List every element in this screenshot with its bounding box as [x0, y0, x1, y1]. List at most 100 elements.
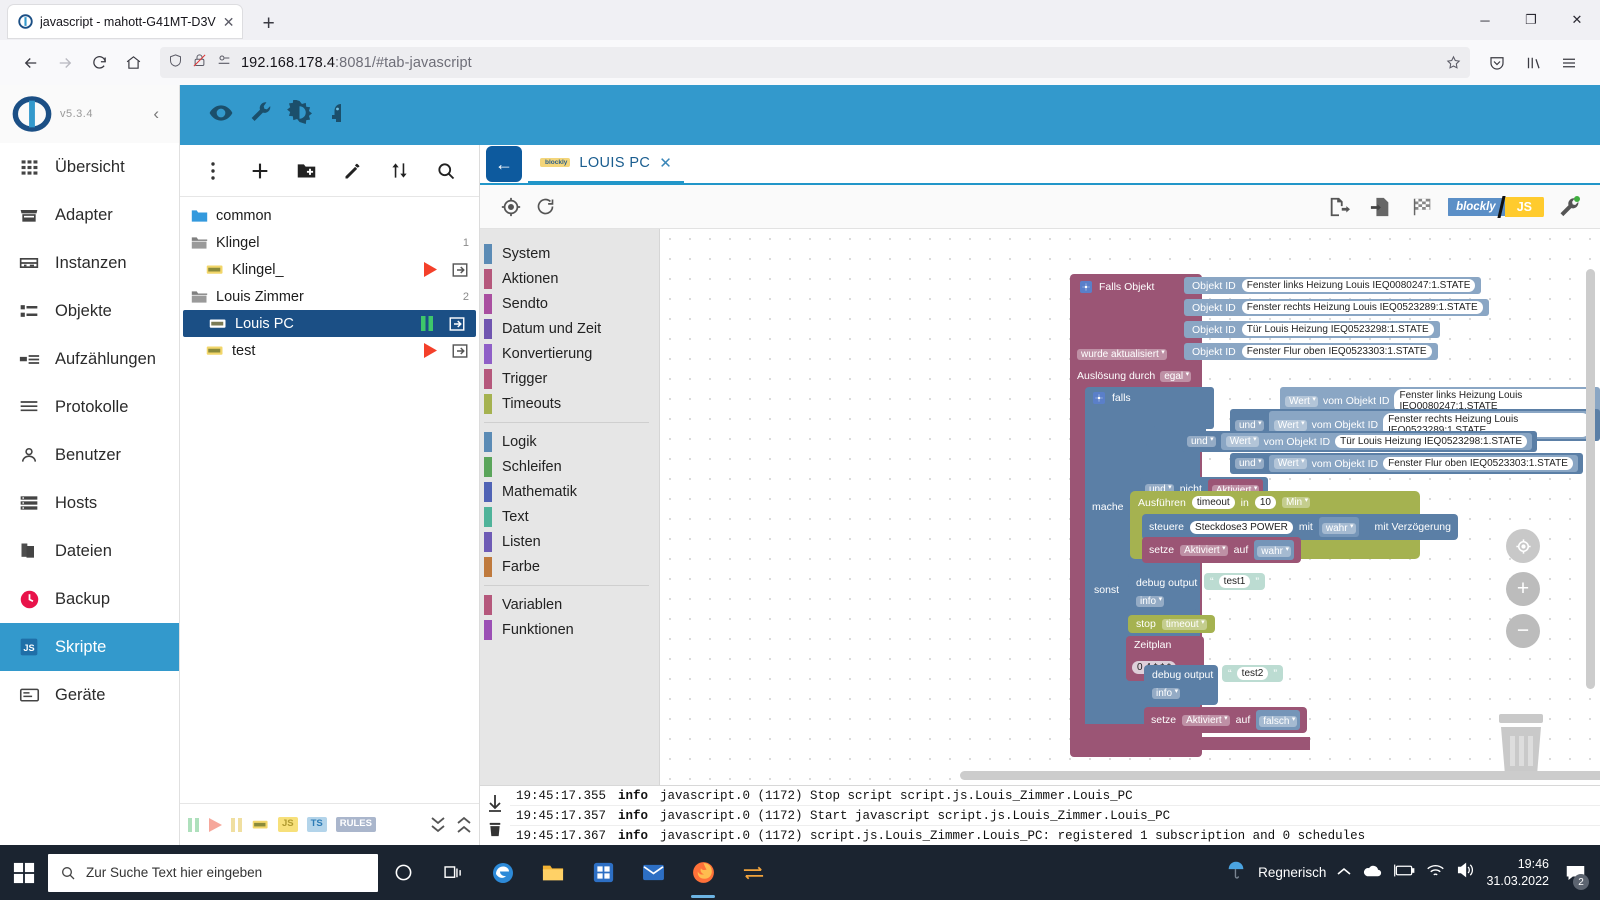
toolbox-category-timeouts[interactable]: Timeouts [480, 391, 659, 416]
objekt-id-value[interactable]: Fenster links Heizung Louis IEQ0080247:1… [1241, 279, 1476, 292]
reload-icon[interactable] [82, 46, 116, 80]
toolbox-category-logik[interactable]: Logik [480, 429, 659, 454]
objekt-id-block[interactable]: Objekt ID Fenster links Heizung Louis IE… [1184, 277, 1482, 294]
trigger-by-row[interactable]: Auslösung durch egal [1077, 370, 1192, 382]
toolbox-category-listen[interactable]: Listen [480, 529, 659, 554]
sidebar-item-uebersicht[interactable]: Übersicht [0, 143, 179, 191]
and-group-inner[interactable] [1154, 387, 1214, 429]
gear-mutator-icon[interactable] [1093, 392, 1105, 404]
sidebar-item-benutzer[interactable]: Benutzer [0, 431, 179, 479]
home-icon[interactable] [116, 46, 150, 80]
tree-row-klingel[interactable]: Klingel 1 [180, 229, 479, 256]
objekt-id-value[interactable]: Fenster Flur oben IEQ0523303:1.STATE [1241, 345, 1432, 358]
timeout-name-field[interactable]: timeout [1191, 496, 1235, 509]
open-in-icon[interactable] [451, 261, 469, 279]
export-icon[interactable] [1322, 190, 1356, 224]
objekt-id-row-3[interactable]: Objekt ID Fenster Flur oben IEQ0523303:1… [1184, 343, 1438, 360]
tree-row-test[interactable]: test [180, 337, 479, 364]
toolbox-category-sendto[interactable]: Sendto [480, 291, 659, 316]
debug-text-1-block[interactable]: “ test1 ” [1204, 573, 1266, 590]
show-hidden-icons[interactable] [1337, 864, 1351, 882]
sidebar-item-skripte[interactable]: JS Skripte [0, 623, 179, 671]
debug-text-1[interactable]: test1 [1218, 575, 1251, 588]
debug-level-1[interactable]: info [1136, 595, 1165, 607]
collapse-all-icon[interactable] [431, 816, 445, 834]
zoom-in-button[interactable]: + [1506, 572, 1540, 606]
setze-value[interactable]: wahr [1257, 545, 1291, 557]
add-script-icon[interactable] [245, 156, 275, 186]
onedrive-icon[interactable] [1362, 864, 1382, 882]
target-icon[interactable] [494, 190, 528, 224]
toolbox-category-schleifen[interactable]: Schleifen [480, 454, 659, 479]
objekt-id-value[interactable]: Fenster rechts Heizung Louis IEQ0523289:… [1241, 301, 1483, 314]
changed-value[interactable]: wurde aktualisiert [1077, 348, 1167, 360]
tree-row-louis-zimmer[interactable]: Louis Zimmer 2 [180, 283, 479, 310]
objekt-id-value[interactable]: Tür Louis Heizung IEQ0523298:1.STATE [1241, 323, 1434, 336]
steuere-value[interactable]: wahr [1321, 522, 1356, 534]
clear-log-icon[interactable] [487, 821, 503, 838]
new-tab-button[interactable]: + [252, 9, 284, 38]
und-dropdown[interactable]: und [1187, 435, 1216, 447]
objekt-id-row-2[interactable]: Objekt ID Tür Louis Heizung IEQ0523298:1… [1184, 321, 1440, 338]
toggle-blockly-label[interactable]: blockly [1448, 197, 1505, 216]
sidebar-item-instanzen[interactable]: Instanzen [0, 239, 179, 287]
rules-filter-chip[interactable]: RULES [335, 817, 376, 832]
library-icon[interactable] [1516, 46, 1550, 80]
more-vert-icon[interactable] [198, 156, 228, 186]
notification-center-icon[interactable]: 2 [1560, 845, 1590, 900]
steuere-target[interactable]: Steckdose3 POWER [1190, 520, 1293, 534]
pause-filter-icon[interactable] [188, 817, 200, 832]
search-icon[interactable] [431, 156, 461, 186]
condition-object-id[interactable]: Tür Louis Heizung IEQ0523298:1.STATE [1335, 435, 1528, 448]
objekt-id-block[interactable]: Objekt ID Fenster rechts Heizung Louis I… [1184, 299, 1489, 316]
debug-level-2[interactable]: info [1152, 687, 1181, 699]
sidebar-item-aufzaehlungen[interactable]: Aufzählungen [0, 335, 179, 383]
condition-value-block[interactable]: Wert vom Objekt ID Tür Louis Heizung IEQ… [1220, 433, 1533, 450]
toolbox-category-farbe[interactable]: Farbe [480, 554, 659, 579]
task-view-icon[interactable] [428, 845, 478, 900]
stop-timeout-block[interactable]: stop timeout [1128, 615, 1215, 633]
steuere-value-block[interactable]: wahr [1318, 517, 1359, 537]
browser-tab[interactable]: javascript - mahott-G41MT-D3V ✕ [8, 5, 243, 38]
minimize-button[interactable]: ─ [1462, 0, 1508, 40]
collapse-sidebar-button[interactable]: ‹ [145, 100, 167, 128]
pause-icon[interactable] [420, 316, 434, 331]
sidebar-item-protokolle[interactable]: Protokolle [0, 383, 179, 431]
menu-icon[interactable] [1552, 46, 1586, 80]
trigger-changed-dropdown[interactable]: wurde aktualisiert [1077, 348, 1167, 360]
trash-can-icon[interactable] [1490, 710, 1552, 780]
edit-icon[interactable] [338, 156, 368, 186]
tree-row-louis-pc[interactable]: Louis PC [183, 310, 476, 337]
js-filter-chip[interactable]: JS [278, 817, 298, 832]
sidebar-item-objekte[interactable]: Objekte [0, 287, 179, 335]
reload-script-icon[interactable] [528, 190, 562, 224]
bookmark-star-icon[interactable] [1445, 54, 1462, 71]
ts-filter-chip[interactable]: TS [306, 817, 327, 832]
tree-row-common[interactable]: common [180, 202, 479, 229]
debug-level-1-value[interactable]: info [1136, 595, 1165, 607]
wifi-icon[interactable] [1426, 863, 1445, 883]
open-in-icon[interactable] [448, 315, 466, 333]
volume-icon[interactable] [1456, 862, 1475, 883]
vertical-scrollbar[interactable] [1586, 269, 1595, 689]
wert-dropdown[interactable]: Wert [1225, 435, 1259, 447]
taskbar-search-box[interactable]: Zur Suche Text hier eingeben [48, 853, 378, 892]
trigger-by-value[interactable]: egal [1160, 370, 1192, 382]
condition-row-2[interactable]: und Wert vom Objekt ID Tür Louis Heizung… [1182, 431, 1538, 452]
close-window-button[interactable]: ✕ [1554, 0, 1600, 40]
if-block-header[interactable]: falls [1093, 392, 1131, 404]
stop-target[interactable]: timeout [1161, 618, 1207, 630]
debug-level-2-value[interactable]: info [1152, 687, 1181, 699]
add-folder-icon[interactable] [291, 156, 321, 186]
url-bar[interactable]: 192.168.178.4:8081/#tab-javascript [160, 47, 1470, 78]
play-icon[interactable] [423, 343, 437, 358]
host-head-icon[interactable] [326, 101, 350, 130]
blockly-filter-icon[interactable] [252, 819, 269, 831]
expand-all-icon[interactable] [457, 816, 471, 834]
trigger-block-header[interactable]: Falls Objekt [1080, 281, 1154, 293]
debug-text-2-block[interactable]: “ test2 ” [1222, 665, 1284, 682]
scroll-to-bottom-icon[interactable] [487, 794, 503, 812]
setze-block-else[interactable]: setze Aktiviert auf falsch [1144, 707, 1308, 733]
start-button[interactable] [0, 845, 48, 900]
condition-row-3[interactable]: und Wert vom Objekt ID Fenster Flur oben… [1230, 453, 1583, 474]
